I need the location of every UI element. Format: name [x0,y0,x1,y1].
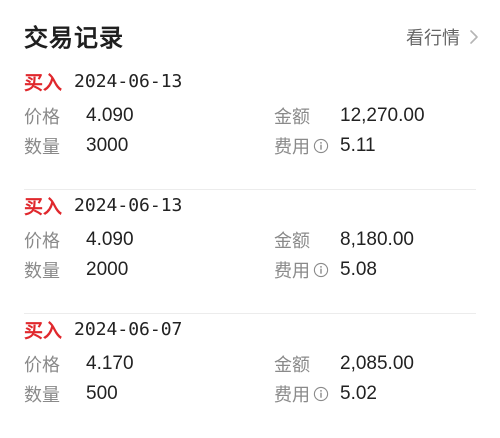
quantity-label: 数量 [24,261,60,282]
amount-row: 金额 12,270.00 [274,103,425,129]
fee-row: 费用 5.02 [274,381,377,407]
fee-value: 5.08 [340,259,377,280]
trade-date: 2024-06-13 [74,70,183,92]
trade-record[interactable]: 买入 2024-06-13 价格 4.090 数量 3000 金额 12,270… [0,66,500,190]
header: 交易记录 看行情 [0,0,500,64]
quantity-row: 数量 2000 [24,257,128,283]
trade-record[interactable]: 买入 2024-06-13 价格 4.090 数量 2000 金额 8,180.… [0,190,500,314]
amount-value: 8,180.00 [340,229,414,250]
fee-label-group: 费用 [274,381,340,407]
fee-label-group: 费用 [274,133,340,159]
price-label: 价格 [24,231,60,252]
quantity-label: 数量 [24,385,60,406]
fee-value: 5.11 [340,135,376,156]
amount-value: 12,270.00 [340,105,425,126]
quantity-value: 2000 [86,259,129,280]
price-row: 价格 4.090 [24,103,134,129]
amount-label: 金额 [274,355,310,376]
amount-row: 金额 8,180.00 [274,227,414,253]
amount-row: 金额 2,085.00 [274,351,414,377]
fee-label-group: 费用 [274,257,340,283]
info-icon[interactable] [313,386,329,402]
price-row: 价格 4.170 [24,351,134,377]
page-title: 交易记录 [24,24,124,52]
price-value: 4.090 [86,105,134,126]
view-quote-label: 看行情 [406,28,460,49]
fee-label: 费用 [274,385,310,406]
quantity-row: 数量 500 [24,381,118,407]
fee-label: 费用 [274,137,310,158]
trade-side: 买入 [24,71,63,94]
info-icon[interactable] [313,138,329,154]
trade-record[interactable]: 买入 2024-06-07 价格 4.170 数量 500 金额 2,085.0… [0,314,500,438]
amount-label: 金额 [274,231,310,252]
trade-side: 买入 [24,319,63,342]
record-header: 买入 2024-06-13 [24,190,182,220]
record-header: 买入 2024-06-13 [24,66,182,96]
quantity-value: 500 [86,383,118,404]
quantity-value: 3000 [86,135,129,156]
trade-side: 买入 [24,195,63,218]
fee-row: 费用 5.11 [274,133,376,159]
price-label: 价格 [24,107,60,128]
price-value: 4.090 [86,229,134,250]
quantity-row: 数量 3000 [24,133,128,159]
fee-value: 5.02 [340,383,377,404]
info-icon[interactable] [313,262,329,278]
price-label: 价格 [24,355,60,376]
price-row: 价格 4.090 [24,227,134,253]
view-quote-link[interactable]: 看行情 [406,24,482,50]
amount-value: 2,085.00 [340,353,414,374]
chevron-right-icon [470,30,478,44]
amount-label: 金额 [274,107,310,128]
fee-label: 费用 [274,261,310,282]
trade-date: 2024-06-13 [74,194,183,216]
quantity-label: 数量 [24,137,60,158]
record-header: 买入 2024-06-07 [24,314,182,344]
trade-date: 2024-06-07 [74,318,183,340]
price-value: 4.170 [86,353,134,374]
fee-row: 费用 5.08 [274,257,377,283]
